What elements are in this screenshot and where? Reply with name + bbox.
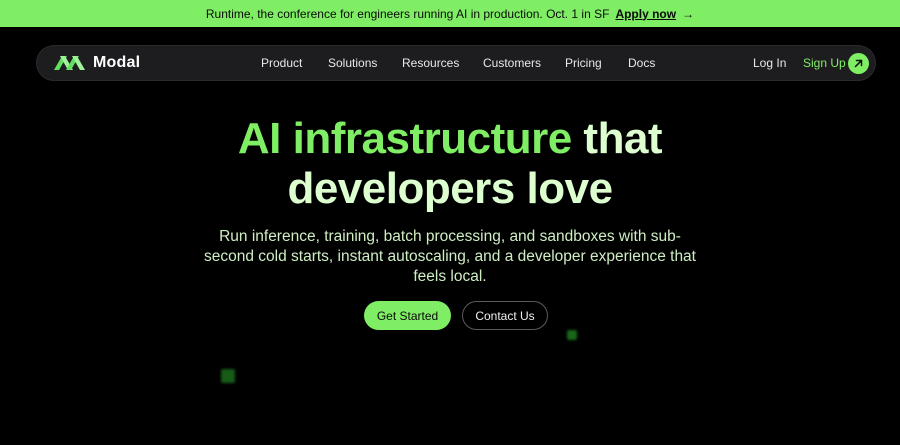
nav-item-resources[interactable]: Resources bbox=[402, 56, 459, 70]
login-link[interactable]: Log In bbox=[753, 56, 786, 70]
nav-item-docs[interactable]: Docs bbox=[628, 56, 655, 70]
hero-title-accent: AI infrastructure bbox=[237, 114, 572, 163]
decorative-pixel bbox=[567, 330, 577, 340]
nav-item-customers[interactable]: Customers bbox=[483, 56, 541, 70]
hero-title-line2: developers love bbox=[287, 164, 613, 213]
nav-item-pricing[interactable]: Pricing bbox=[565, 56, 602, 70]
nav-item-product[interactable]: Product bbox=[261, 56, 302, 70]
announcement-banner: Runtime, the conference for engineers ru… bbox=[0, 0, 900, 27]
contact-us-button[interactable]: Contact Us bbox=[462, 301, 548, 330]
arrow-right-icon[interactable]: → bbox=[682, 7, 694, 21]
hero-title: AI infrastructure that developers love bbox=[0, 114, 900, 214]
get-started-button[interactable]: Get Started bbox=[364, 301, 451, 330]
decorative-pixel bbox=[221, 369, 235, 383]
hero-subtitle: Run inference, training, batch processin… bbox=[203, 228, 696, 285]
banner-text: Runtime, the conference for engineers ru… bbox=[205, 6, 610, 21]
arrow-up-right-icon[interactable] bbox=[848, 53, 869, 74]
hero-title-rest: that bbox=[571, 114, 663, 163]
nav-item-solutions[interactable]: Solutions bbox=[328, 56, 377, 70]
apply-now-link[interactable]: Apply now bbox=[615, 7, 676, 21]
signup-link[interactable]: Sign Up bbox=[803, 56, 846, 70]
nav-menu: Product Solutions Resources Customers Pr… bbox=[37, 46, 875, 80]
main-navigation: Modal Product Solutions Resources Custom… bbox=[36, 45, 876, 81]
